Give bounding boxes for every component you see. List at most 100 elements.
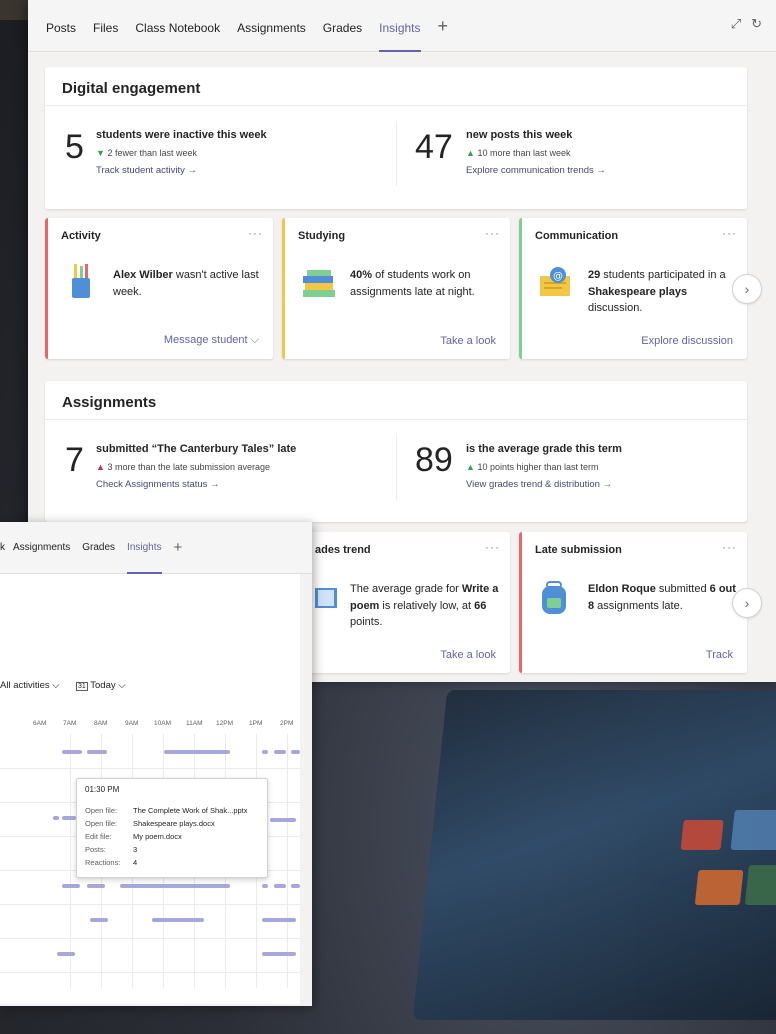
date-filter[interactable]: 31 Today ⌵ (76, 680, 125, 691)
studying-card-title: Studying (298, 230, 346, 242)
next-cards-button[interactable]: › (732, 274, 762, 304)
tab-class-notebook[interactable]: Class Notebook (135, 0, 220, 52)
tooltip-value: Shakespeare plays.docx (133, 819, 215, 828)
divider (396, 435, 397, 500)
more-options-icon[interactable]: ··· (485, 540, 500, 554)
student-name: Alex Wilber (113, 269, 173, 281)
date-filter-label: Today ⌵ (90, 680, 126, 691)
more-options-icon[interactable]: ··· (722, 226, 737, 240)
activity-bar[interactable] (152, 918, 204, 922)
activity-bar[interactable] (262, 750, 268, 754)
inactive-delta-text: 2 fewer than last week (107, 148, 197, 158)
activity-card-title: Activity (61, 230, 101, 242)
assignments-card: Assignments 7 submitted “The Canterbury … (45, 381, 747, 522)
communication-card-text: 29 students participated in a Shakespear… (588, 267, 728, 317)
late-submission-card[interactable]: Late submission ··· Eldon Roque submitte… (519, 532, 747, 673)
inactive-delta: ▼ 2 fewer than last week (96, 148, 197, 158)
activity-bar[interactable] (57, 952, 75, 956)
backpack-icon (542, 581, 566, 614)
view-grades-trend-link[interactable]: View grades trend & distribution → (466, 479, 612, 490)
students-count: 29 (588, 269, 601, 281)
add-tab-icon[interactable]: + (438, 0, 449, 52)
activity-bar[interactable] (274, 884, 286, 888)
new-posts-delta: ▲ 10 more than last week (466, 148, 571, 158)
tooltip-label: Open file: (85, 806, 118, 815)
more-options-icon[interactable]: ··· (485, 226, 500, 240)
hour-label: 11AM (186, 720, 203, 727)
activity-bar[interactable] (262, 952, 296, 956)
communication-card[interactable]: Communication ··· @ 29 students particip… (519, 218, 747, 359)
activity-bar[interactable] (53, 816, 59, 820)
activity-bar[interactable] (87, 884, 105, 888)
late-submission-card-text: Eldon Roque submitted 6 out 8 assignment… (588, 581, 738, 614)
activity-bar[interactable] (274, 750, 286, 754)
activity-bar[interactable] (270, 818, 296, 822)
more-options-icon[interactable]: ··· (248, 226, 263, 240)
tab-files[interactable]: Files (93, 0, 118, 52)
inactive-headline: students were inactive this week (96, 129, 267, 141)
assignments-title: Assignments (62, 394, 157, 411)
photo-tile (694, 870, 744, 905)
tooltip-value: The Complete Work of Shak...pptx (133, 806, 248, 815)
take-a-look-button[interactable]: Take a look (440, 649, 496, 661)
hour-label: 7AM (63, 720, 77, 727)
studying-card-text: 40% of students work on assignments late… (350, 267, 500, 300)
activity-bar[interactable] (62, 816, 76, 820)
main-tab-bar: Posts Files Class Notebook Assignments G… (28, 0, 776, 52)
calendar-icon: 31 (76, 682, 88, 691)
tab-assignments[interactable]: Assignments (237, 0, 306, 52)
activity-bar[interactable] (62, 750, 82, 754)
tab-notebook-partial[interactable]: k (0, 522, 5, 574)
activity-bar[interactable] (164, 750, 230, 754)
activity-tooltip: 01:30 PM Open file: The Complete Work of… (76, 778, 268, 878)
studying-card[interactable]: Studying ··· 40% of students work on ass… (282, 218, 510, 359)
late-headline: submitted “The Canterbury Tales” late (96, 443, 297, 455)
message-student-button[interactable]: Message student ⌵ (164, 334, 259, 347)
activity-bar[interactable] (262, 918, 296, 922)
activity-bar[interactable] (87, 750, 107, 754)
check-assignments-link[interactable]: Check Assignments status → (96, 479, 220, 490)
grid-line (287, 734, 288, 988)
track-button[interactable]: Track (706, 649, 733, 661)
explore-discussion-button[interactable]: Explore discussion (641, 335, 733, 347)
refresh-icon[interactable]: ↻ (751, 16, 762, 32)
activity-card-text: Alex Wilber wasn't active last week. (113, 267, 263, 300)
late-delta: ▲ 3 more than the late submission averag… (96, 462, 270, 472)
digital-engagement-card: Digital engagement 5 students were inact… (45, 67, 747, 209)
activity-bar[interactable] (62, 884, 80, 888)
activity-bar[interactable] (120, 884, 230, 888)
activities-filter[interactable]: All activities ⌵ (0, 680, 59, 691)
tooltip-time: 01:30 PM (85, 785, 120, 794)
activity-bar[interactable] (262, 884, 268, 888)
tab-assignments[interactable]: Assignments (13, 522, 70, 574)
activity-card[interactable]: Activity ··· Alex Wilber wasn't active l… (45, 218, 273, 359)
more-options-icon[interactable]: ··· (722, 540, 737, 554)
tab-grades[interactable]: Grades (323, 0, 362, 52)
tooltip-label: Reactions: (85, 858, 121, 867)
up-arrow-icon: ▲ (96, 462, 105, 472)
take-a-look-button[interactable]: Take a look (440, 335, 496, 347)
hour-label: 1PM (249, 720, 263, 727)
tab-insights[interactable]: Insights (379, 0, 421, 52)
email-icon: @ (540, 267, 570, 296)
digital-engagement-title: Digital engagement (62, 80, 201, 97)
tab-grades[interactable]: Grades (82, 522, 115, 574)
track-student-activity-link[interactable]: Track student activity → (96, 165, 197, 176)
add-tab-icon[interactable]: + (174, 522, 183, 574)
new-posts-headline: new posts this week (466, 129, 573, 141)
tooltip-label: Open file: (85, 819, 118, 828)
row-divider (0, 938, 300, 939)
row-divider (0, 972, 300, 973)
tab-posts[interactable]: Posts (46, 0, 76, 52)
activity-bar[interactable] (90, 918, 108, 922)
activity-bar[interactable] (291, 884, 300, 888)
discussion-name: Shakespeare plays (588, 285, 688, 298)
tab-insights[interactable]: Insights (127, 522, 162, 574)
photo-tile (730, 810, 776, 850)
late-text: submitted (655, 583, 710, 595)
expand-icon[interactable]: ⤢ (731, 16, 741, 32)
activity-bar[interactable] (291, 750, 300, 754)
grades-trend-card[interactable]: ades trend ··· The average grade for Wri… (282, 532, 510, 673)
explore-communication-link[interactable]: Explore communication trends → (466, 165, 606, 176)
next-cards-button[interactable]: › (732, 588, 762, 618)
